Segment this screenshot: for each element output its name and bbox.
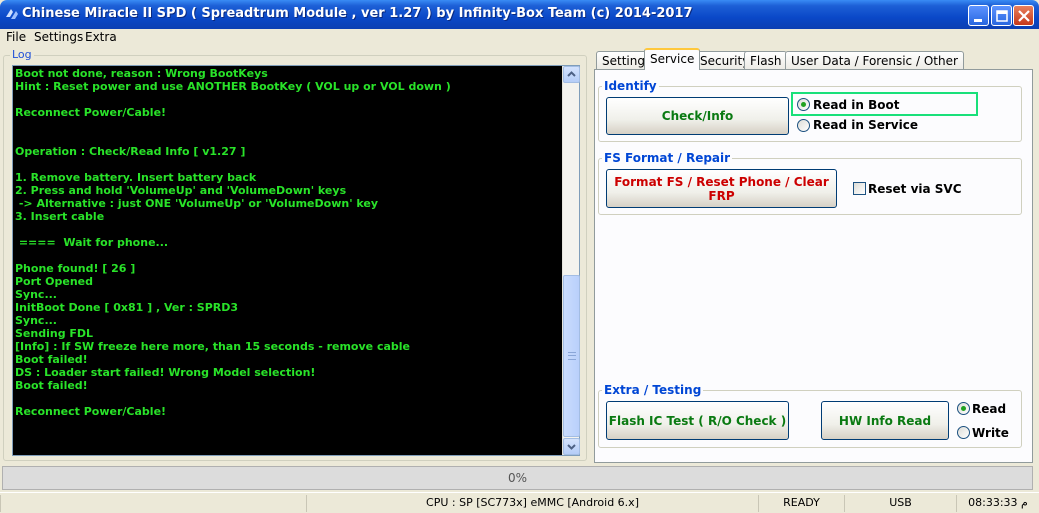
log-legend: Log <box>10 48 34 61</box>
log-panel[interactable]: Boot not done, reason : Wrong BootKeys Hi… <box>12 65 580 456</box>
write-radio[interactable] <box>957 426 970 439</box>
progress-bar: 0% <box>2 466 1033 490</box>
read-in-service-radio[interactable] <box>797 119 810 132</box>
log-scrollbar[interactable] <box>562 66 580 455</box>
extra-testing-legend: Extra / Testing <box>602 383 704 397</box>
menu-file[interactable]: File <box>6 30 26 44</box>
identify-legend: Identify <box>602 79 659 93</box>
status-port: USB <box>844 495 956 512</box>
flash-ic-test-button[interactable]: Flash IC Test ( R/O Check ) <box>606 401 789 440</box>
log-line: Boot not done, reason : Wrong BootKeys <box>15 67 268 80</box>
log-line: Boot failed! <box>15 379 88 392</box>
reset-via-svc-checkbox[interactable] <box>853 182 866 195</box>
read-in-service-label[interactable]: Read in Service <box>813 118 918 132</box>
log-line: Operation : Check/Read Info [ v1.27 ] <box>15 145 246 158</box>
tab-user-data[interactable]: User Data / Forensic / Other <box>785 51 964 69</box>
log-line: Phone found! [ 26 ] <box>15 262 136 275</box>
log-line: Boot failed! <box>15 353 88 366</box>
close-icon <box>1018 10 1030 22</box>
fs-format-legend: FS Format / Repair <box>602 151 733 165</box>
read-radio[interactable] <box>957 402 970 415</box>
reset-via-svc-label[interactable]: Reset via SVC <box>868 182 962 196</box>
status-cpu: CPU : SP [SC773x] eMMC [Android 6.x] <box>306 495 758 512</box>
progress-text: 0% <box>507 471 528 485</box>
app-icon <box>6 9 18 19</box>
scroll-up-button[interactable] <box>563 66 580 83</box>
log-line: ==== Wait for phone... <box>15 236 169 249</box>
status-bar: CPU : SP [SC773x] eMMC [Android 6.x] REA… <box>0 492 1039 513</box>
log-line: [Info] : If SW freeze here more, than 15… <box>15 340 411 353</box>
log-line: 3. Insert cable <box>15 210 105 223</box>
log-text: Boot not done, reason : Wrong BootKeys Hi… <box>15 67 560 455</box>
tab-flash[interactable]: Flash <box>744 51 788 69</box>
log-line: Reconnect Power/Cable! <box>15 405 167 418</box>
format-fs-button[interactable]: Format FS / Reset Phone / Clear FRP <box>606 169 837 208</box>
menu-settings[interactable]: Settings <box>34 30 83 44</box>
read-label[interactable]: Read <box>972 402 1006 416</box>
log-line: Reconnect Power/Cable! <box>15 106 167 119</box>
read-in-boot-label[interactable]: Read in Boot <box>813 98 899 112</box>
log-line: DS : Loader start failed! Wrong Model se… <box>15 366 316 379</box>
chevron-up-icon <box>567 71 576 77</box>
log-line: Hint : Reset power and use ANOTHER BootK… <box>15 80 451 93</box>
status-time: 08:33:33 م <box>956 495 1039 512</box>
scroll-thumb[interactable] <box>563 275 580 437</box>
log-line: Sync... <box>15 288 57 301</box>
write-label[interactable]: Write <box>972 426 1009 440</box>
menu-extra[interactable]: Extra <box>85 30 117 44</box>
status-blank-cell <box>0 495 306 512</box>
minimize-button[interactable] <box>968 5 989 26</box>
check-info-button[interactable]: Check/Info <box>606 97 789 135</box>
log-line: Port Opened <box>15 275 93 288</box>
hw-info-read-button[interactable]: HW Info Read <box>821 401 949 440</box>
chevron-down-icon <box>567 444 576 450</box>
log-line: 1. Remove battery. Insert battery back <box>15 171 257 184</box>
log-line: 2. Press and hold 'VolumeUp' and 'Volume… <box>15 184 347 197</box>
scroll-down-button[interactable] <box>563 438 580 455</box>
close-button[interactable] <box>1013 5 1034 26</box>
maximize-icon <box>996 10 1008 22</box>
title-bar: Chinese Miracle II SPD ( Spreadtrum Modu… <box>0 0 1039 29</box>
log-line: InitBoot Done [ 0x81 ] , Ver : SPRD3 <box>15 301 239 314</box>
log-line: Sending FDL <box>15 327 94 340</box>
read-in-boot-radio[interactable] <box>797 98 810 111</box>
minimize-icon <box>974 19 982 22</box>
menu-bar: File Settings Extra <box>0 29 1039 47</box>
log-line: Sync... <box>15 314 57 327</box>
log-line: -> Alternative : just ONE 'VolumeUp' or … <box>15 197 379 210</box>
status-state: READY <box>758 495 844 512</box>
tab-service[interactable]: Service <box>644 48 701 70</box>
maximize-button[interactable] <box>991 5 1012 26</box>
window-title: Chinese Miracle II SPD ( Spreadtrum Modu… <box>22 6 693 21</box>
